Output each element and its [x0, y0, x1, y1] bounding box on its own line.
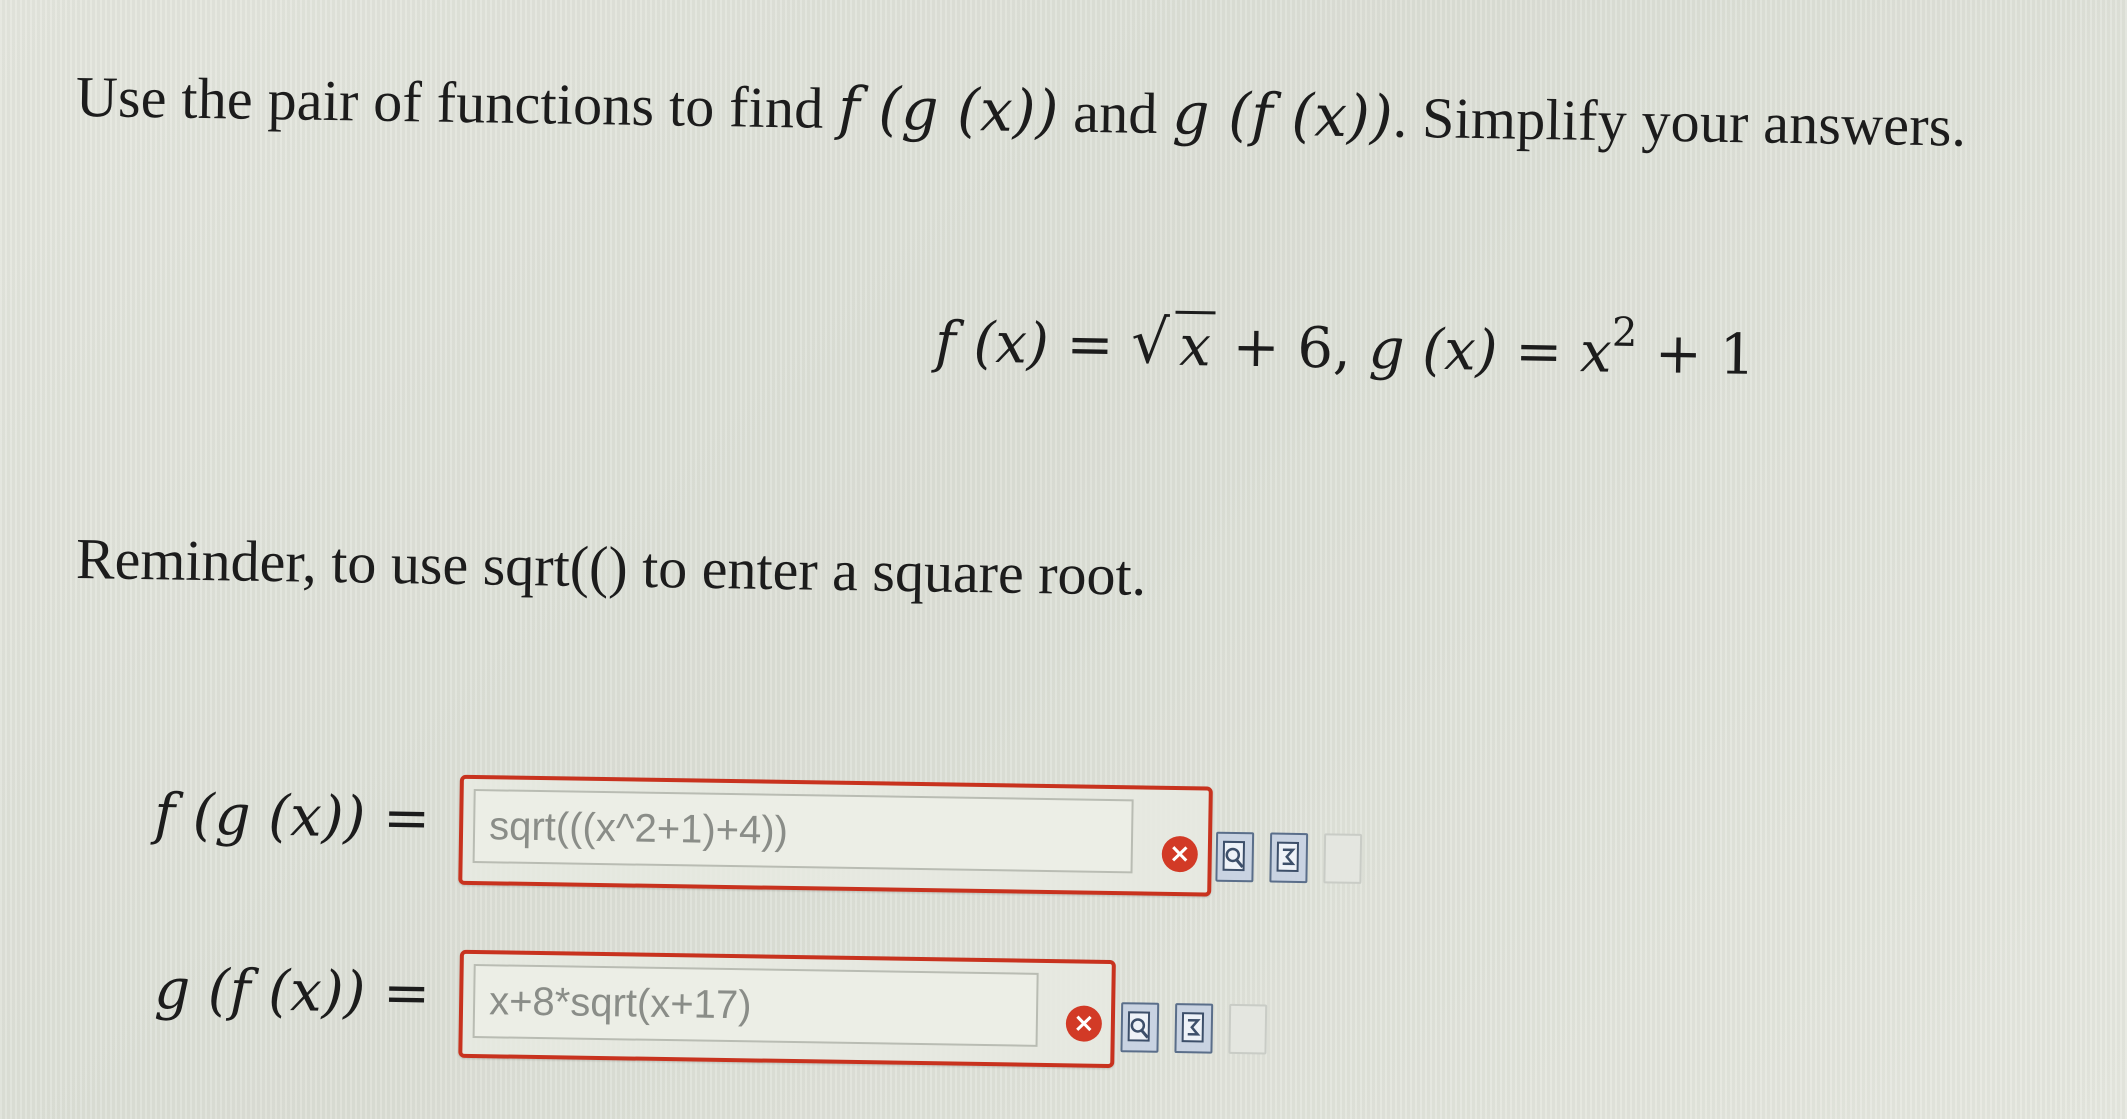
function-definitions: f (x) = √ x + 6, g (x) = x2 + 1	[934, 307, 1756, 388]
question-suffix: . Simplify your answers.	[1392, 84, 1967, 159]
answer-input-g-of-f[interactable]	[472, 964, 1039, 1047]
g-exponent: 2	[1611, 309, 1638, 357]
answer-box-g-of-f	[458, 949, 1116, 1069]
f-definition-rest: + 6,	[1214, 314, 1370, 382]
answer-label-g-of-f: g (f (x)) =	[153, 956, 431, 1027]
f-definition-lhs: f (x) =	[934, 310, 1132, 379]
help-icon[interactable]	[1323, 833, 1363, 884]
sqrt-expression: √ x	[1131, 307, 1216, 380]
question-middle: and	[1058, 79, 1173, 147]
help-icon[interactable]	[1228, 1003, 1268, 1055]
preview-icon[interactable]	[1120, 1002, 1160, 1053]
question-text: Use the pair of functions to find f (g (…	[75, 62, 1966, 160]
g-definition-rest: + 1	[1636, 321, 1756, 388]
answer-label-f-of-g: f (g (x)) =	[153, 781, 431, 852]
g-definition-lhs: g (x) = x	[1368, 316, 1613, 386]
reminder-text: Reminder, to use sqrt(() to enter a squa…	[75, 526, 1147, 608]
question-expr-f-of-g: f (g (x))	[837, 73, 1060, 146]
sqrt-symbol: √	[1130, 307, 1171, 378]
question-expr-g-of-f: g (f (x))	[1171, 79, 1394, 151]
equation-editor-icon[interactable]	[1269, 832, 1309, 884]
preview-icon[interactable]	[1215, 831, 1255, 883]
answer-box-f-of-g	[458, 774, 1213, 897]
sqrt-radicand: x	[1174, 310, 1216, 380]
answer-input-f-of-g[interactable]	[472, 789, 1134, 874]
question-prefix: Use the pair of functions to find	[75, 64, 839, 141]
equation-editor-icon[interactable]	[1174, 1003, 1214, 1054]
